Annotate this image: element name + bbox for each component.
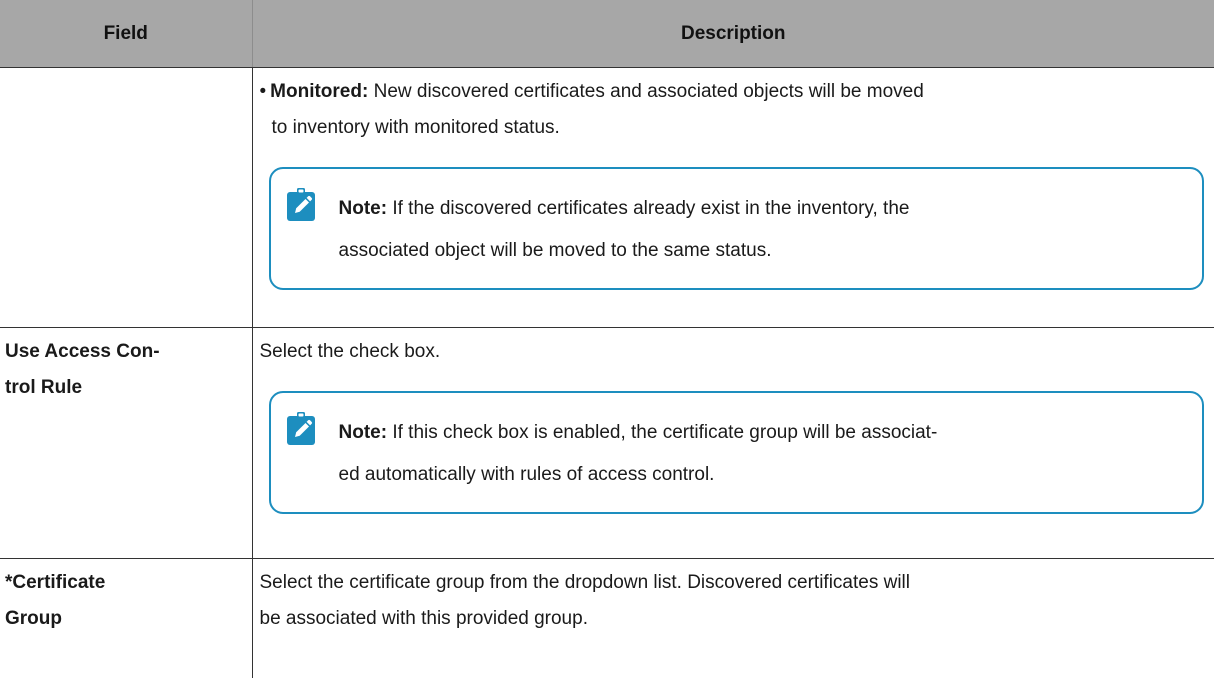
bullet-marker: • [260, 81, 267, 102]
note-line-1: Note: If this check box is enabled, the … [339, 412, 1183, 454]
field-name-line-1: *Certificate [5, 565, 252, 601]
field-cell-empty [0, 68, 252, 328]
bullet-item-monitored: •Monitored: New discovered certificates … [260, 68, 1205, 146]
description-cell: Select the check box. Note: If this chec… [252, 328, 1214, 559]
table-header: Field Description [0, 0, 1214, 68]
note-label: Note: [339, 198, 388, 219]
header-field: Field [0, 0, 252, 68]
description-text-2: be associated with this provided group. [260, 601, 1205, 637]
description-cell: Select the certificate group from the dr… [252, 559, 1214, 678]
table-row: •Monitored: New discovered certificates … [0, 68, 1214, 328]
field-name-line-1: Use Access Con- [5, 334, 252, 370]
note-pencil-icon [286, 188, 316, 222]
bullet-label: Monitored: [270, 81, 368, 102]
bullet-line-1: •Monitored: New discovered certificates … [260, 74, 1205, 110]
field-cell-use-access-control-rule: Use Access Con- trol Rule [0, 328, 252, 559]
note-text-1: If this check box is enabled, the certif… [387, 422, 937, 443]
description-text: Select the check box. [260, 328, 1205, 370]
field-name-line-2: Group [5, 601, 252, 637]
bullet-text-1: New discovered certificates and associat… [368, 81, 924, 102]
note-box: Note: If the discovered certificates alr… [269, 167, 1205, 290]
field-name-line-2: trol Rule [5, 370, 252, 406]
note-text-2: ed automatically with rules of access co… [339, 454, 1183, 496]
bullet-text-2: to inventory with monitored status. [260, 110, 1205, 146]
table-row: Use Access Con- trol Rule Select the che… [0, 328, 1214, 559]
note-label: Note: [339, 422, 388, 443]
note-line-1: Note: If the discovered certificates alr… [339, 188, 1183, 230]
note-pencil-icon [286, 412, 316, 446]
description-text-1: Select the certificate group from the dr… [260, 559, 1205, 601]
field-cell-certificate-group: *Certificate Group [0, 559, 252, 678]
note-text-2: associated object will be moved to the s… [339, 230, 1183, 272]
table-row: *Certificate Group Select the certificat… [0, 559, 1214, 678]
note-text-1: If the discovered certificates already e… [387, 198, 909, 219]
field-description-table: Field Description •Monitored: New discov… [0, 0, 1214, 678]
header-description: Description [252, 0, 1214, 68]
description-cell: •Monitored: New discovered certificates … [252, 68, 1214, 328]
note-box: Note: If this check box is enabled, the … [269, 391, 1205, 514]
